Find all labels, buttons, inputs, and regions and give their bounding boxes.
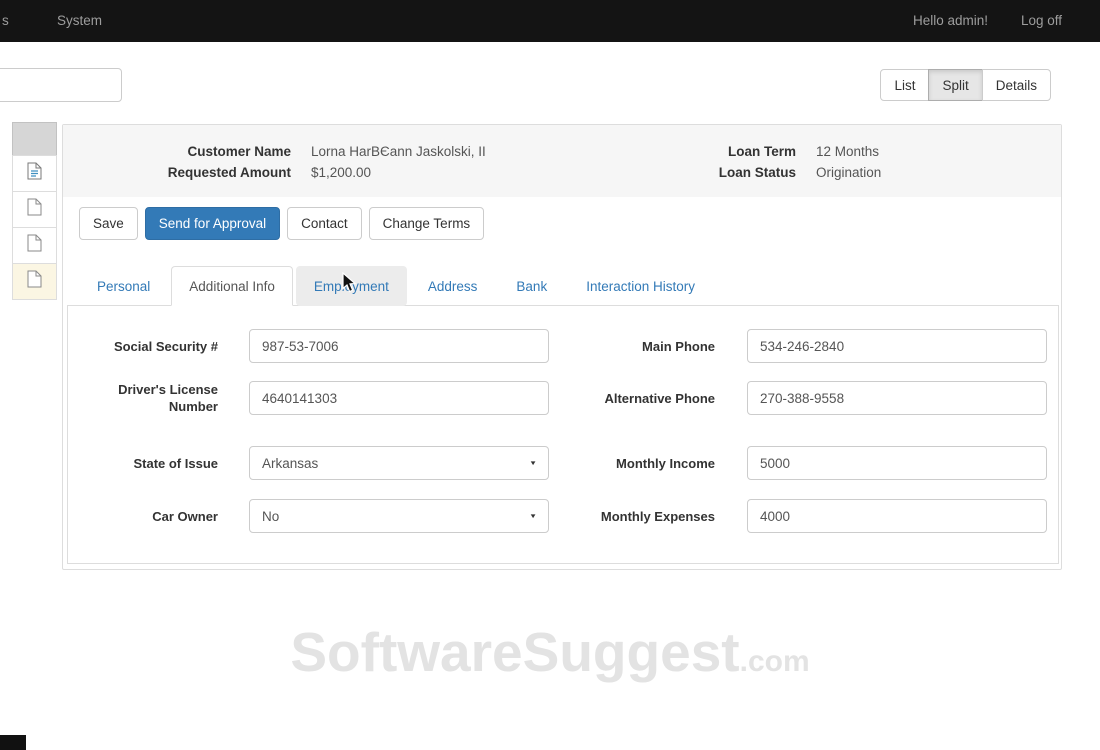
state-of-issue-label: State of Issue (82, 455, 218, 472)
nav-logoff-link[interactable]: Log off (1021, 0, 1062, 42)
record-summary: Customer Name Lorna HarBЄann Jaskolski, … (63, 125, 1061, 197)
sidebar-record-item-selected[interactable] (12, 263, 57, 300)
loan-status-label: Loan Status (676, 165, 796, 180)
main-phone-input[interactable]: 534-246-2840 (747, 329, 1047, 363)
search-box (0, 68, 122, 102)
additional-info-panel: Social Security # 987-53-7006 Driver's L… (67, 306, 1059, 564)
loan-status-value: Origination (816, 165, 881, 180)
bottom-left-black-patch (0, 735, 26, 750)
monthly-income-input[interactable]: 5000 (747, 446, 1047, 480)
main-phone-label: Main Phone (535, 338, 715, 355)
monthly-expenses-label: Monthly Expenses (535, 508, 715, 525)
document-icon (27, 198, 42, 221)
requested-amount-value: $1,200.00 (311, 165, 371, 180)
car-owner-select[interactable]: No ▼ (249, 499, 549, 533)
field-monthly-expenses: Monthly Expenses 4000 (535, 499, 1047, 533)
social-security-input[interactable]: 987-53-7006 (249, 329, 549, 363)
customer-name-value: Lorna HarBЄann Jaskolski, II (311, 144, 486, 159)
top-navbar: s System Hello admin! Log off (0, 0, 1100, 42)
requested-amount-label: Requested Amount (79, 165, 291, 180)
tab-bank[interactable]: Bank (498, 266, 565, 306)
social-security-label: Social Security # (82, 338, 218, 355)
tab-interaction-history[interactable]: Interaction History (568, 266, 713, 306)
application-window: s System Hello admin! Log off List Split… (0, 0, 1100, 750)
tab-area: Personal Additional Info Employment Addr… (67, 266, 1059, 564)
document-report-icon (27, 162, 42, 185)
drivers-license-input[interactable]: 4640141303 (249, 381, 549, 415)
view-list-button[interactable]: List (880, 69, 929, 101)
contact-button[interactable]: Contact (287, 207, 362, 240)
document-icon (27, 234, 42, 257)
action-button-bar: Save Send for Approval Contact Change Te… (79, 207, 484, 240)
search-input[interactable] (0, 69, 121, 101)
alternative-phone-input[interactable]: 270-388-9558 (747, 381, 1047, 415)
sidebar-record-item[interactable] (12, 155, 57, 192)
view-split-button[interactable]: Split (928, 69, 982, 101)
sidebar-header (12, 122, 57, 156)
nav-item-clipped[interactable]: s (2, 0, 9, 42)
tab-address[interactable]: Address (410, 266, 496, 306)
tab-personal[interactable]: Personal (79, 266, 168, 306)
nav-item-system[interactable]: System (57, 0, 102, 42)
tab-employment[interactable]: Employment (296, 266, 407, 306)
customer-name-label: Customer Name (79, 144, 291, 159)
field-alternative-phone: Alternative Phone 270-388-9558 (535, 381, 1047, 415)
tab-additional-info[interactable]: Additional Info (171, 266, 293, 306)
field-drivers-license: Driver's License Number 4640141303 (82, 381, 549, 415)
drivers-license-label: Driver's License Number (82, 381, 218, 415)
field-main-phone: Main Phone 534-246-2840 (535, 329, 1047, 363)
sidebar-record-item[interactable] (12, 191, 57, 228)
view-details-button[interactable]: Details (982, 69, 1051, 101)
state-of-issue-select[interactable]: Arkansas ▼ (249, 446, 549, 480)
loan-term-label: Loan Term (676, 144, 796, 159)
view-switcher: List Split Details (880, 69, 1051, 101)
change-terms-button[interactable]: Change Terms (369, 207, 485, 240)
loan-term-value: 12 Months (816, 144, 879, 159)
sidebar-record-item[interactable] (12, 227, 57, 264)
alternative-phone-label: Alternative Phone (535, 390, 715, 407)
monthly-expenses-input[interactable]: 4000 (747, 499, 1047, 533)
save-button[interactable]: Save (79, 207, 138, 240)
tab-strip: Personal Additional Info Employment Addr… (67, 266, 1059, 306)
watermark: SoftwareSuggest.com (0, 620, 1100, 684)
field-monthly-income: Monthly Income 5000 (535, 446, 1047, 480)
car-owner-label: Car Owner (82, 508, 218, 525)
send-for-approval-button[interactable]: Send for Approval (145, 207, 280, 240)
document-icon (27, 270, 42, 293)
field-social-security: Social Security # 987-53-7006 (82, 329, 549, 363)
field-car-owner: Car Owner No ▼ (82, 499, 549, 533)
monthly-income-label: Monthly Income (535, 455, 715, 472)
field-state-of-issue: State of Issue Arkansas ▼ (82, 446, 549, 480)
loan-detail-card: Customer Name Lorna HarBЄann Jaskolski, … (62, 124, 1062, 570)
nav-greeting[interactable]: Hello admin! (913, 0, 988, 42)
